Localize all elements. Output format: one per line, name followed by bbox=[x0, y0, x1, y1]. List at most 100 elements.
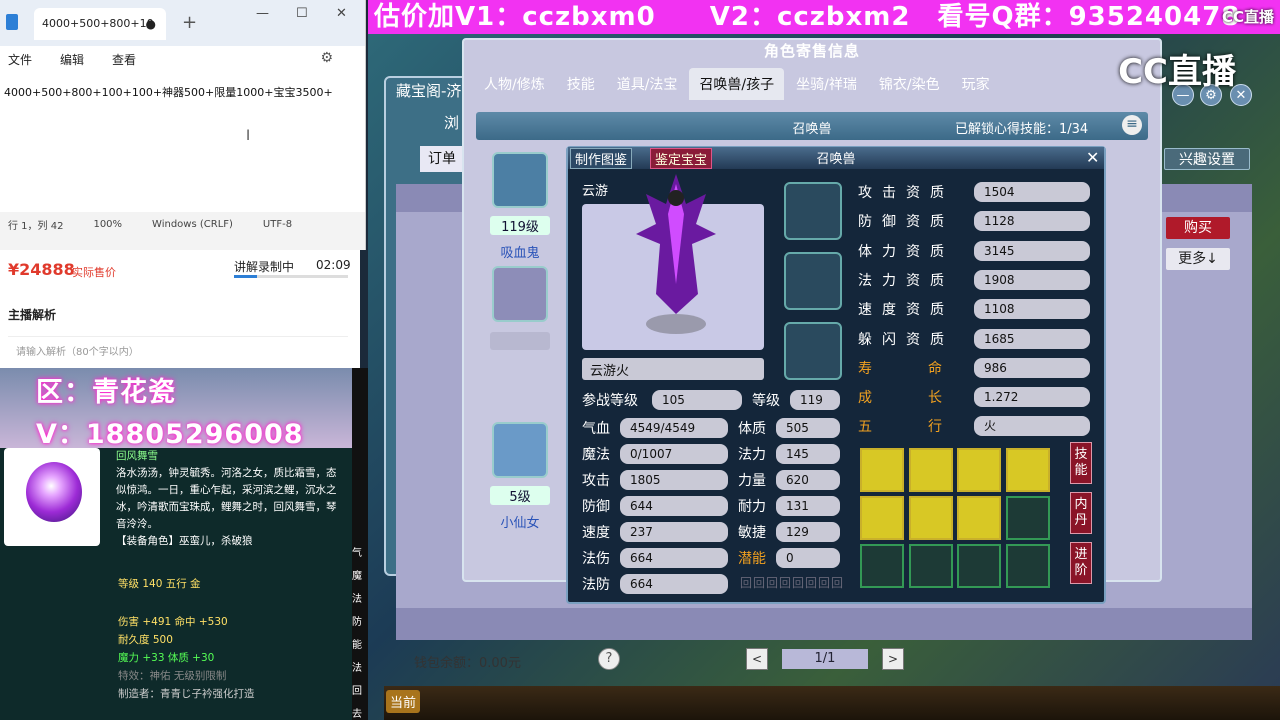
tab-0[interactable]: 人物/修炼 bbox=[474, 68, 555, 100]
next-page-button[interactable]: > bbox=[882, 648, 904, 670]
attribute-label: 敏捷 bbox=[738, 525, 766, 541]
side-char: 气 bbox=[352, 548, 362, 559]
aptitude-value: 986 bbox=[974, 357, 1090, 378]
store-title: 藏宝阁-济 bbox=[396, 82, 462, 100]
pet-avatar[interactable] bbox=[492, 152, 548, 208]
skill-claw-icon[interactable] bbox=[908, 496, 953, 540]
overlay-region: 区：青花瓷 bbox=[36, 377, 176, 408]
skill-bow-icon[interactable] bbox=[957, 448, 1001, 492]
pet-name: 吸血鬼 bbox=[500, 246, 540, 261]
minimize-button[interactable]: — bbox=[256, 6, 269, 21]
tab-6[interactable]: 玩家 bbox=[952, 68, 1000, 100]
side-char: 回 bbox=[352, 686, 362, 697]
skill-slot-empty[interactable] bbox=[957, 544, 1001, 588]
buy-button[interactable]: 购买 bbox=[1166, 217, 1230, 239]
list-menu-icon[interactable]: ≡ bbox=[1122, 115, 1142, 135]
item-image bbox=[4, 448, 100, 546]
close-button[interactable]: ✕ bbox=[336, 6, 347, 21]
current-channel-button[interactable]: 当前 bbox=[386, 690, 421, 713]
stat-label: 速度 bbox=[582, 525, 610, 541]
make-illustration-button[interactable]: 制作图鉴 bbox=[570, 148, 633, 169]
side-button-0[interactable]: 技能 bbox=[1070, 442, 1092, 484]
stat-value: 664 bbox=[620, 548, 728, 568]
attribute-label: 体质 bbox=[738, 421, 766, 437]
portrait-name: 云游 bbox=[582, 184, 609, 199]
notepad-text-area[interactable]: 4000+500+800+100+100+神器500+限量1000+宝宝3500… bbox=[0, 72, 365, 212]
skill-slot-empty[interactable] bbox=[1005, 496, 1050, 540]
unlock-count: 已解锁心得技能：1/34 bbox=[955, 122, 1089, 137]
maximize-button[interactable]: ☐ bbox=[296, 6, 308, 21]
attribute-label: 潜能 bbox=[738, 551, 766, 567]
tab-bar: 人物/修炼 技能 道具/法宝 召唤兽/孩子 坐骑/祥瑞 锦衣/染色 玩家 bbox=[474, 68, 1002, 100]
aptitude-value: 火 bbox=[974, 416, 1090, 437]
skill-sword-icon[interactable] bbox=[860, 496, 904, 540]
item-name: 回风舞雪 bbox=[116, 450, 158, 462]
attribute-label: 力量 bbox=[738, 473, 766, 489]
level-value: 119 bbox=[790, 390, 840, 410]
pagination: < 1/1 > bbox=[746, 648, 904, 670]
menu-edit[interactable]: 编辑 bbox=[60, 51, 84, 68]
status-encoding: UTF-8 bbox=[262, 218, 293, 230]
side-button-2[interactable]: 进阶 bbox=[1070, 542, 1092, 584]
new-tab-button[interactable]: + bbox=[182, 12, 197, 33]
menu-view[interactable]: 查看 bbox=[112, 51, 136, 68]
aptitude-value: 1108 bbox=[974, 299, 1090, 320]
cc-live-logo: CC直播 bbox=[1118, 52, 1236, 92]
attribute-value: 129 bbox=[776, 522, 840, 542]
side-char: 去 bbox=[352, 709, 362, 720]
notepad-tab[interactable]: 4000+500+800+10 ● bbox=[34, 8, 166, 40]
skill-scroll-icon[interactable] bbox=[908, 448, 953, 492]
attribute-value: 0 bbox=[776, 548, 840, 568]
item-info: 回风舞雪 洛水汤汤，钟灵毓秀。河洛之女，质比霜雪，态似惊鸿。一日，重心乍起，采河… bbox=[116, 448, 340, 550]
notepad-content: 4000+500+800+100+100+神器500+限量1000+宝宝3500… bbox=[4, 86, 333, 99]
side-char: 法 bbox=[352, 663, 362, 674]
skill-slot-empty[interactable] bbox=[908, 544, 953, 588]
aptitude-label: 攻击资质 bbox=[858, 185, 954, 201]
item-maker: 制造者：青青じ子衿强化打造 bbox=[118, 688, 255, 700]
menu-file[interactable]: 文件 bbox=[8, 51, 32, 68]
stat-label: 气血 bbox=[582, 421, 610, 437]
tab-4[interactable]: 坐骑/祥瑞 bbox=[786, 68, 867, 100]
orb-icon bbox=[26, 462, 82, 522]
skill-beast-icon[interactable] bbox=[1005, 448, 1050, 492]
interest-settings-button[interactable]: 兴趣设置 bbox=[1164, 148, 1250, 170]
skill-slot-empty[interactable] bbox=[1005, 544, 1050, 588]
aptitude-value: 1685 bbox=[974, 328, 1090, 349]
prev-page-button[interactable]: < bbox=[746, 648, 768, 670]
ring-icon[interactable] bbox=[784, 252, 842, 310]
tab-5[interactable]: 锦衣/染色 bbox=[869, 68, 950, 100]
close-icon[interactable]: ✕ bbox=[1086, 148, 1099, 167]
stat-label: 法伤 bbox=[582, 551, 610, 567]
pet-name: 小仙女 bbox=[500, 516, 540, 531]
aptitude-label: 防御资质 bbox=[858, 214, 954, 231]
gear-icon[interactable]: ⚙ bbox=[320, 50, 333, 66]
stat-label: 法防 bbox=[582, 577, 610, 593]
more-button[interactable]: 更多↓ bbox=[1166, 248, 1230, 270]
armor-icon[interactable] bbox=[784, 322, 842, 380]
tab-2[interactable]: 道具/法宝 bbox=[607, 68, 688, 100]
skill-figure-icon[interactable] bbox=[957, 496, 1001, 540]
status-line-ending: Windows (CRLF) bbox=[152, 218, 233, 230]
attribute-value: 145 bbox=[776, 444, 840, 464]
tab-close-icon[interactable]: ● bbox=[146, 8, 156, 40]
pet-slot-empty[interactable] bbox=[492, 266, 548, 322]
stat-value: 4549/4549 bbox=[620, 418, 728, 438]
decorative-pattern: 回回回回回回回回 bbox=[740, 576, 845, 590]
equip-slot-icon[interactable] bbox=[784, 182, 842, 240]
tab-1[interactable]: 技能 bbox=[557, 68, 605, 100]
help-button[interactable]: ? bbox=[598, 648, 620, 670]
stat-value: 0/1007 bbox=[620, 444, 728, 464]
item-role: 【装备角色】巫蛮儿，杀破狼 bbox=[116, 535, 253, 547]
notepad-app-icon bbox=[6, 14, 18, 30]
recording-progress-fill bbox=[234, 275, 257, 278]
join-level-label: 参战等级 bbox=[582, 393, 638, 409]
tab-3[interactable]: 召唤兽/孩子 bbox=[689, 68, 785, 100]
host-analysis-input[interactable]: 请输入解析（80个字以内） bbox=[8, 336, 348, 362]
side-char: 魔 bbox=[352, 571, 362, 582]
skill-slot-empty[interactable] bbox=[860, 544, 904, 588]
item-attr-damage: 伤害 +491 命中 +530 bbox=[118, 616, 228, 628]
item-durability: 耐久度 500 bbox=[118, 634, 173, 646]
side-button-1[interactable]: 内丹 bbox=[1070, 492, 1092, 534]
skill-eye-icon[interactable] bbox=[860, 448, 904, 492]
pet-avatar[interactable] bbox=[492, 422, 548, 478]
